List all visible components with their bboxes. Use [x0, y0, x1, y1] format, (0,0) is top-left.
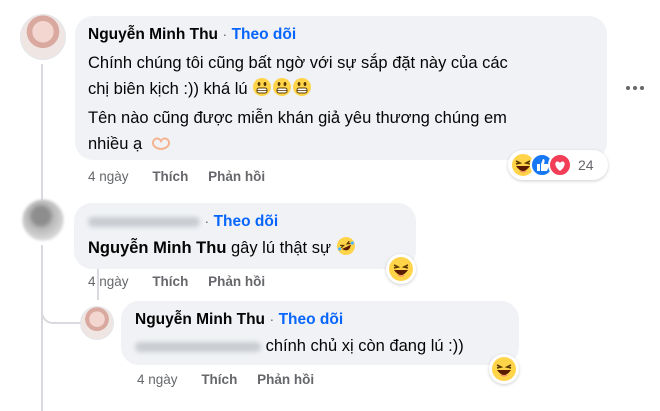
comment-timestamp[interactable]: 4 ngày [88, 169, 129, 184]
comment-actions-1: 4 ngày Thích Phản hồi [88, 169, 265, 184]
comment-line-3: Tên nào cũng được miễn khán giả yêu thươ… [88, 109, 507, 127]
thread-connector-elbow-nested [41, 296, 83, 324]
like-button[interactable]: Thích [152, 274, 188, 289]
comment-actions-3: 4 ngày Thích Phản hồi [137, 372, 314, 387]
comment-bubble-2: · Theo dõi Nguyễn Minh Thu gây lú thật s… [74, 203, 416, 269]
thread-line-main-lower [41, 245, 43, 411]
haha-reaction-badge[interactable] [386, 254, 416, 284]
follow-link[interactable]: Theo dõi [279, 311, 344, 328]
comment-author[interactable]: Nguyễn Minh Thu [135, 311, 265, 328]
comment-line-2: chị biên kịch :)) khá lú [88, 80, 248, 98]
follow-link[interactable]: Theo dõi [214, 213, 279, 230]
reaction-count: 24 [578, 157, 594, 173]
comment-line-1: Chính chúng tôi cũng bất ngờ với sự sắp … [88, 54, 508, 72]
comment-body: chính chủ xị còn đang lú :)) [135, 333, 464, 359]
heart-hands-emoji-icon [151, 133, 171, 159]
grimacing-emoji-icon [252, 77, 312, 105]
separator-dot: · [222, 26, 228, 42]
comment-header: · Theo dõi [88, 213, 278, 231]
avatar-nguyen-minh-thu[interactable] [20, 14, 66, 60]
reply-button[interactable]: Phản hồi [208, 274, 265, 289]
separator-dot: · [204, 213, 210, 229]
comment-line-4-row: nhiều ạ [88, 131, 508, 159]
like-button[interactable]: Thích [201, 372, 237, 387]
comment-header: Nguyễn Minh Thu · Theo dõi [135, 311, 343, 329]
separator-dot: · [269, 311, 275, 327]
comment-timestamp[interactable]: 4 ngày [88, 274, 129, 289]
comment-bubble-1: Nguyễn Minh Thu · Theo dõi Chính chúng t… [75, 16, 607, 160]
comment-line-2-row: chị biên kịch :)) khá lú [88, 76, 508, 105]
follow-link[interactable]: Theo dõi [232, 26, 297, 43]
rolling-laughing-emoji-icon [336, 236, 356, 264]
avatar-commenter[interactable] [22, 199, 64, 241]
reply-button[interactable]: Phản hồi [257, 372, 314, 387]
comment-text: chính chủ xị còn đang lú :)) [265, 337, 464, 355]
comment-body: Chính chúng tôi cũng bất ngờ với sự sắp … [88, 50, 508, 159]
reply-button[interactable]: Phản hồi [208, 169, 265, 184]
reactions-summary[interactable]: 24 [508, 150, 608, 180]
more-options-icon[interactable] [624, 80, 646, 96]
like-button[interactable]: Thích [152, 169, 188, 184]
comment-line-4: nhiều ạ [88, 135, 143, 153]
haha-reaction-badge[interactable] [489, 354, 519, 384]
comment-bubble-3: Nguyễn Minh Thu · Theo dõi chính chủ xị … [121, 301, 519, 365]
comment-header: Nguyễn Minh Thu · Theo dõi [88, 26, 296, 44]
mention-link[interactable]: Nguyễn Minh Thu [88, 239, 226, 257]
redacted-commenter-name [88, 216, 200, 227]
comment-author[interactable]: Nguyễn Minh Thu [88, 26, 218, 43]
comment-timestamp[interactable]: 4 ngày [137, 372, 178, 387]
love-reaction-icon [548, 153, 572, 177]
comment-text: gây lú thật sự [231, 239, 332, 257]
redacted-mention [135, 341, 261, 352]
comment-body: Nguyễn Minh Thu gây lú thật sự [88, 235, 356, 264]
comment-actions-2: 4 ngày Thích Phản hồi [88, 274, 265, 289]
avatar-nguyen-minh-thu[interactable] [80, 306, 114, 340]
